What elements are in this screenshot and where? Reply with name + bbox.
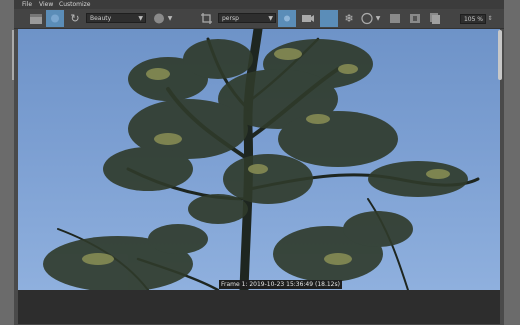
snowflake-icon[interactable]: ❄ [342,10,356,27]
camera-icon[interactable] [300,10,316,27]
window-scrollbar[interactable] [498,30,502,80]
rendered-tree-image [43,29,480,290]
render-viewport[interactable] [18,29,500,290]
display-circle-icon[interactable] [360,10,374,27]
camera-value: persp [222,15,239,22]
chevron-down-icon: ▼ [138,15,143,22]
region-button[interactable] [320,10,338,27]
zoom-stepper-icon[interactable]: ⇕ [486,10,494,27]
ipr-icon[interactable] [152,10,166,27]
render-button[interactable] [46,10,64,27]
add-snapshot-icon[interactable] [408,10,422,27]
display-options-chevron-icon[interactable]: ▼ [374,10,382,27]
snapshot-button[interactable] [278,10,296,27]
refresh-icon[interactable]: ↻ [68,10,82,27]
chevron-down-icon: ▼ [268,15,273,22]
camera-dropdown[interactable]: persp ▼ [218,13,276,23]
render-pass-dropdown[interactable]: Beauty ▼ [86,13,146,23]
menu-customize[interactable]: Customize [59,1,91,8]
render-pass-value: Beauty [90,15,112,22]
menu-file[interactable]: File [22,1,32,8]
frame-info-label: Frame 1: 2019-10-23 15:36:49 (18.12s) [219,280,342,289]
status-bar [18,290,500,324]
clapperboard-icon[interactable] [28,10,44,27]
zoom-field[interactable]: 105 % [460,14,486,24]
copy-icon[interactable] [428,10,442,27]
render-view-window: File View Customize ↻ Beauty ▼ ▼ persp ▼ [14,0,504,325]
ipr-options-chevron-icon[interactable]: ▼ [166,10,174,27]
menu-bar: File View Customize [14,0,504,9]
render-toolbar: ↻ Beauty ▼ ▼ persp ▼ ❄ ▼ 105 % ⇕ [14,9,504,29]
menu-view[interactable]: View [39,1,53,8]
crop-icon[interactable] [200,10,214,27]
image-icon[interactable] [388,10,402,27]
